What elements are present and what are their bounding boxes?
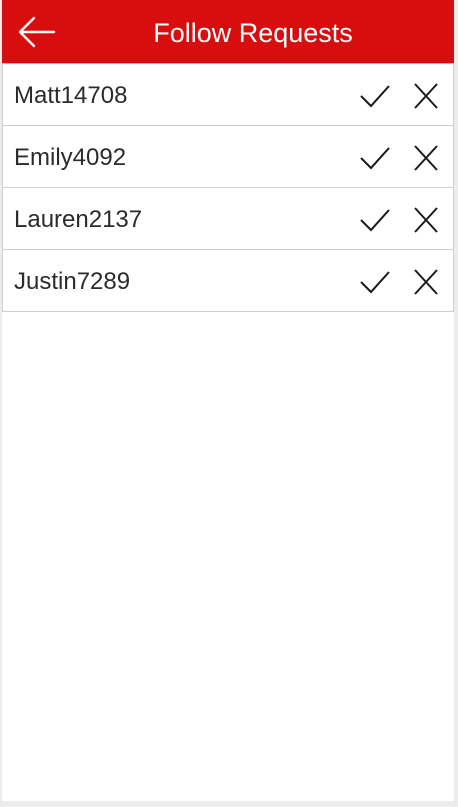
- request-list: Matt14708 Emily4092 Lauren2137 Justin728…: [2, 63, 454, 312]
- request-username: Matt14708: [14, 82, 128, 109]
- checkmark-icon: [360, 85, 390, 108]
- request-row: Matt14708: [2, 63, 454, 125]
- accept-button[interactable]: [360, 83, 390, 109]
- request-row: Emily4092: [2, 125, 454, 187]
- close-icon: [414, 207, 438, 233]
- close-icon: [414, 83, 438, 109]
- checkmark-icon: [360, 147, 390, 170]
- close-icon: [414, 269, 438, 295]
- request-row: Justin7289: [2, 249, 454, 311]
- reject-button[interactable]: [411, 83, 441, 109]
- request-username: Lauren2137: [14, 206, 143, 233]
- accept-button[interactable]: [360, 269, 390, 295]
- checkmark-icon: [360, 271, 390, 294]
- header-bar: Follow Requests: [2, 0, 454, 63]
- arrow-left-icon: [18, 16, 56, 48]
- checkmark-icon: [360, 209, 390, 232]
- accept-button[interactable]: [360, 207, 390, 233]
- request-row: Lauren2137: [2, 187, 454, 249]
- accept-button[interactable]: [360, 145, 390, 171]
- back-button[interactable]: [16, 12, 58, 52]
- page-title: Follow Requests: [153, 18, 353, 48]
- request-username: Emily4092: [14, 144, 127, 171]
- reject-button[interactable]: [411, 207, 441, 233]
- app-screen: Follow Requests Matt14708 Emily4092 Laur…: [2, 0, 454, 801]
- reject-button[interactable]: [411, 145, 441, 171]
- reject-button[interactable]: [411, 269, 441, 295]
- close-icon: [414, 145, 438, 171]
- request-username: Justin7289: [14, 268, 131, 295]
